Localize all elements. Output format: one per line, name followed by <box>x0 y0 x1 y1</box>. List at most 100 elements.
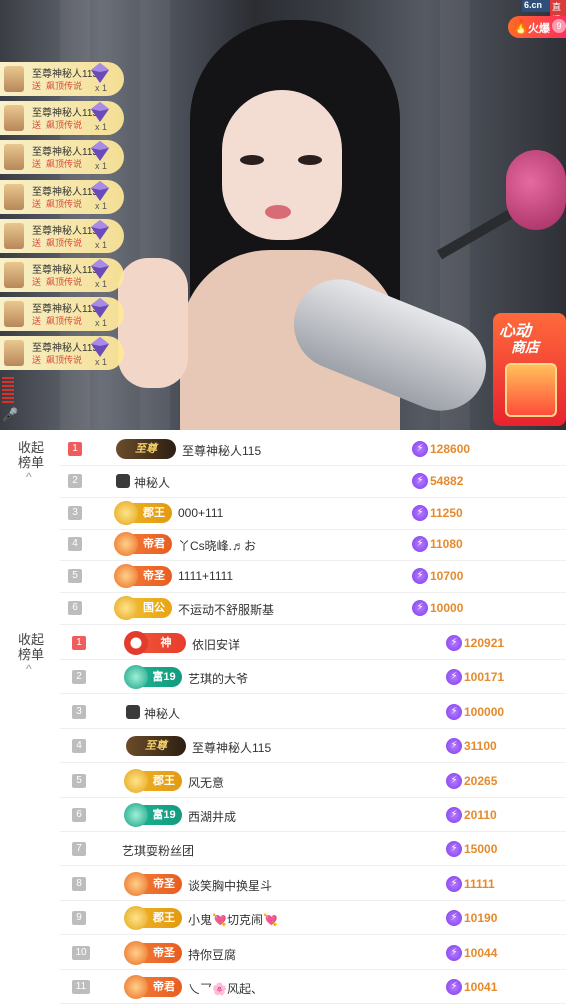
gift-count: x 1 <box>95 318 108 329</box>
contribution-score: 54882 <box>430 473 464 488</box>
gift-sender-name: 至尊神秘人115 <box>32 225 98 237</box>
sender-avatar <box>4 340 24 367</box>
contribution-score: 10190 <box>464 911 498 926</box>
badge-emblem-icon <box>124 975 148 999</box>
rank-row[interactable]: 9 郡王 小鬼💘切克闹💘 ⚡ 10190 <box>60 901 566 936</box>
rank-number: 8 <box>72 876 86 891</box>
gift-notice: 至尊神秘人115 送飙顶传说 x 1 <box>0 297 124 332</box>
microphone-icon[interactable]: 🎤 <box>2 407 18 423</box>
sender-avatar <box>4 262 24 288</box>
heart-shop-button[interactable]: 心动 商店 <box>493 313 566 426</box>
gift-send-label: 送 <box>32 198 42 209</box>
gift-sender-name: 至尊神秘人115 <box>32 343 98 355</box>
rank-row[interactable]: 8 帝圣 谈笑胸中换星斗 ⚡ 11111 <box>60 867 566 901</box>
rank-row[interactable]: 1 神 依旧安详 ⚡ 120921 <box>60 626 566 660</box>
hot-badge[interactable]: 🔥 火爆 9 <box>508 16 566 38</box>
gift-count: x 1 <box>95 239 108 250</box>
contribution-score: 20265 <box>464 773 498 788</box>
mystery-person-icon <box>116 473 130 488</box>
site-logo[interactable]: 6.cn 直播 <box>522 0 566 26</box>
rank1-toggle[interactable]: 收起榜单 <box>16 440 46 470</box>
user-name: 1111+1111 <box>178 569 234 584</box>
rank-number: 5 <box>72 773 86 788</box>
gift-notice: 至尊神秘人115 送飙顶传说 x 1 <box>0 258 124 292</box>
streamer-hand <box>118 258 188 388</box>
rank-row[interactable]: 5 郡王 风无意 ⚡ 20265 <box>60 764 566 798</box>
rank-row[interactable]: 6 富19 西湖井成 ⚡ 20110 <box>60 798 566 832</box>
gift-count: x 1 <box>95 83 108 93</box>
gift-notice: 至尊神秘人115 送飙顶传说 x 1 <box>0 62 124 96</box>
row-divider <box>60 1003 566 1004</box>
level-badge: 帝君 <box>124 975 182 999</box>
gift-count: x 1 <box>95 357 108 368</box>
user-name: 西湖井成 <box>188 810 237 824</box>
lightning-icon: ⚡ <box>446 738 462 755</box>
mystery-person-icon <box>126 704 140 719</box>
rank-row[interactable]: 11 帝君 乀乛🌸风起、 ⚡ 10041 <box>60 970 566 1004</box>
contribution-score: 128600 <box>430 442 471 456</box>
gift-send-label: 送 <box>32 81 42 91</box>
rank-row[interactable]: 4 至尊 至尊神秘人115 ⚡ 31100 <box>60 729 566 764</box>
lightning-icon: ⚡ <box>412 504 428 521</box>
badge-label: 郡王 <box>153 774 175 787</box>
user-name: 000+111 <box>178 505 224 520</box>
badge-emblem-icon <box>124 768 148 793</box>
badge-label: 帝君 <box>153 981 175 993</box>
user-name: 艺琪耍粉丝团 <box>122 844 195 859</box>
lightning-icon: ⚡ <box>412 472 428 489</box>
gem-gift-icon <box>91 298 109 319</box>
gift-notice: 至尊神秘人115 送飙顶传说 x 1 <box>0 218 124 253</box>
badge-emblem-icon <box>124 665 148 690</box>
user-name: 谈笑胸中换星斗 <box>188 878 273 893</box>
gift-notice: 至尊神秘人115 送飙顶传说 x 1 <box>0 179 124 214</box>
gift-name: 飙顶传说 <box>46 316 83 327</box>
lightning-icon: ⚡ <box>446 703 462 720</box>
badge-emblem-icon <box>114 564 138 589</box>
gift-sender-name: 至尊神秘人115 <box>32 147 98 159</box>
badge-label: 至尊 <box>135 443 157 455</box>
contribution-score: 10041 <box>464 980 498 994</box>
rank-row[interactable]: 3 郡王 000+111 ⚡ 11250 <box>60 496 566 530</box>
gem-gift-icon <box>91 63 109 83</box>
lightning-icon: ⚡ <box>446 875 462 892</box>
level-badge: 国公 <box>114 596 172 620</box>
gift-send-label: 送 <box>32 316 42 327</box>
streamer-eye <box>298 155 322 165</box>
badge-label: 至尊 <box>145 740 167 753</box>
sender-avatar <box>4 301 24 328</box>
contribution-score: 10044 <box>464 945 498 960</box>
gem-gift-icon <box>91 102 109 123</box>
rank-number: 6 <box>68 601 82 615</box>
rank1-toggle-label: 收起榜单 <box>17 440 44 470</box>
live-stream-video[interactable]: 6.cn 直播 🔥 火爆 9 至尊神秘人115送飙顶传说x 1至尊神秘人115送… <box>0 0 566 430</box>
flame-icon: 🔥 <box>512 18 530 34</box>
shop-title-2: 商店 <box>511 339 539 355</box>
gift-box-icon <box>505 363 557 417</box>
collapse-caret-icon[interactable]: ^ <box>26 470 32 484</box>
lightning-icon: ⚡ <box>446 979 462 995</box>
contribution-score: 120921 <box>464 636 505 650</box>
rank-row[interactable]: 6 国公 不运动不舒服斯基 ⚡ 10000 <box>60 591 566 625</box>
rank-row[interactable]: 4 帝君 丫Cs晓峰.♬お ⚡ 11080 <box>60 527 566 562</box>
collapse-caret-icon[interactable]: ^ <box>26 662 32 676</box>
gift-name: 飙顶传说 <box>46 237 83 248</box>
level-badge: 富19 <box>124 665 182 690</box>
sender-avatar <box>4 66 24 92</box>
rank-row[interactable]: 3 神秘人 ⚡ 100000 <box>60 695 566 729</box>
rank-row[interactable]: 7 艺琪耍粉丝团 ⚡ 15000 <box>60 832 566 867</box>
lightning-icon: ⚡ <box>446 910 462 927</box>
level-badge: 帝圣 <box>114 564 172 589</box>
badge-label: 帝圣 <box>153 946 175 959</box>
rank-row[interactable]: 2 富19 艺琪的大爷 ⚡ 100171 <box>60 660 566 695</box>
gift-name: 飙顶传说 <box>46 198 83 209</box>
lightning-icon: ⚡ <box>412 441 428 457</box>
gift-count: x 1 <box>95 200 108 211</box>
contribution-score: 11250 <box>430 505 463 520</box>
rank-row[interactable]: 1 至尊 至尊神秘人115 ⚡ 128600 <box>60 432 566 466</box>
rank-row[interactable]: 10 帝圣 持你豆腐 ⚡ 10044 <box>60 936 566 970</box>
rank2-toggle[interactable]: 收起榜单 <box>16 632 46 662</box>
contribution-score: 10700 <box>430 569 464 584</box>
user-name: 持你豆腐 <box>188 947 237 962</box>
rank-row[interactable]: 5 帝圣 1111+1111 ⚡ 10700 <box>60 559 566 594</box>
rank-row[interactable]: 2 神秘人 ⚡ 54882 <box>60 464 566 498</box>
